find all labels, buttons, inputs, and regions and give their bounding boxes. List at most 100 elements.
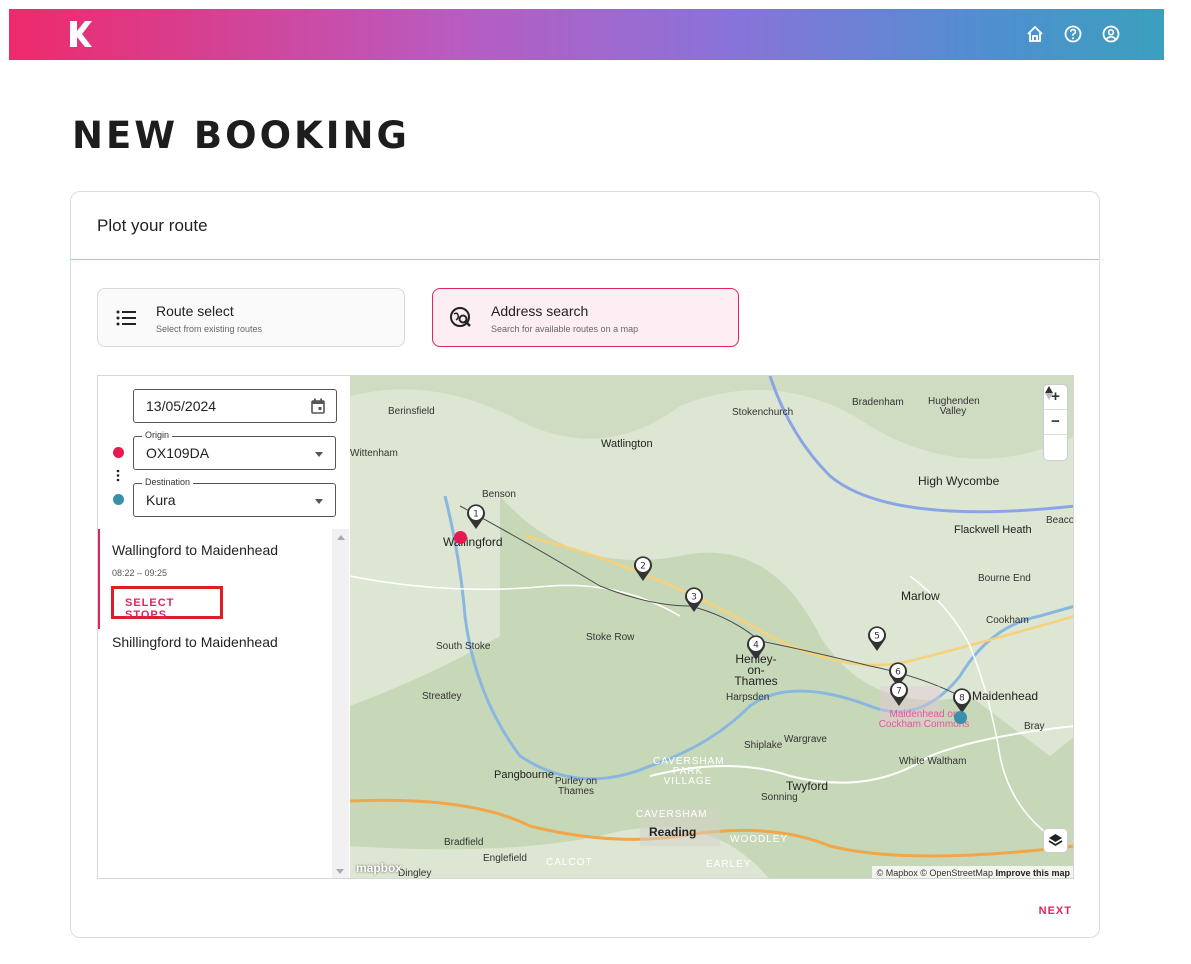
chevron-down-icon (315, 452, 323, 457)
map-attribution: © Mapbox © OpenStreetMap Improve this ma… (871, 866, 1073, 878)
map-label: Pangbourne (494, 769, 554, 781)
destination-label: Destination (142, 477, 194, 487)
route-name: Shillingford to Maidenhead (112, 634, 278, 650)
attribution-text[interactable]: © Mapbox © OpenStreetMap (877, 868, 993, 878)
date-field[interactable]: 13/05/2024 (133, 389, 337, 423)
page-title: NEW BOOKING (72, 114, 410, 157)
map-label: CAVERSHAM (636, 809, 708, 820)
map-label: Stoke Row (586, 632, 635, 643)
destination-select[interactable]: Destination Kura (133, 477, 336, 517)
map-stop-pin[interactable]: 4 (746, 635, 766, 661)
mapbox-logo[interactable]: mapbox (356, 861, 402, 875)
home-icon[interactable] (1025, 24, 1045, 44)
top-nav-bar (9, 9, 1164, 60)
select-stops-button[interactable]: SELECT STOPS (111, 586, 223, 621)
route-list-scrollbar[interactable] (332, 529, 349, 878)
map-label: Wallingford (443, 535, 503, 549)
destination-marker-dot (113, 494, 124, 505)
map-label: Reading (649, 825, 697, 839)
svg-text:8: 8 (959, 694, 965, 704)
map-label: Sonning (761, 792, 798, 803)
route-select-title: Route select (156, 303, 234, 319)
map-label: Bray (1024, 721, 1045, 732)
chevron-down-icon (315, 499, 323, 504)
address-search-button[interactable]: Address search Search for available rout… (432, 288, 739, 347)
svg-text:6: 6 (895, 668, 901, 678)
map-label: CALCOT (546, 857, 593, 868)
map-label: Dingley (398, 868, 432, 879)
map-label: Berinsfield (388, 406, 435, 417)
map-label: Harpsden (726, 692, 770, 703)
svg-text:2: 2 (640, 562, 646, 572)
map-stop-pin[interactable]: 5 (867, 626, 887, 652)
map-label: Englefield (483, 853, 527, 864)
map-label: Hughenden Valley (928, 396, 980, 417)
destination-value: Kura (146, 492, 176, 508)
map-label: Streatley (422, 691, 462, 702)
route-item-shillingford-maidenhead[interactable]: Shillingford to Maidenhead (98, 634, 332, 664)
svg-text:3: 3 (691, 593, 697, 603)
layers-icon (1048, 834, 1063, 847)
map-stop-pin[interactable]: 1 (466, 504, 486, 530)
help-icon[interactable] (1063, 24, 1083, 44)
route-workspace: 13/05/2024 Origin OX109DA Destination Ku… (97, 375, 1074, 879)
origin-marker-dot (113, 447, 124, 458)
svg-text:1: 1 (473, 510, 479, 520)
origin-value: OX109DA (146, 445, 210, 461)
card-title: Plot your route (71, 192, 1099, 260)
map-label: Benson (482, 489, 516, 500)
address-search-subtitle: Search for available routes on a map (491, 324, 639, 334)
map-stop-pin[interactable]: 7 (889, 681, 909, 707)
destination-map-marker[interactable] (954, 711, 967, 724)
more-vertical-icon[interactable] (116, 469, 120, 482)
map-label: Wittenham (350, 448, 398, 459)
route-sidebar: 13/05/2024 Origin OX109DA Destination Ku… (98, 376, 350, 878)
zoom-out-button[interactable]: − (1044, 410, 1067, 435)
map-label: Bradfield (444, 837, 484, 848)
date-value: 13/05/2024 (146, 398, 217, 414)
map-label: Twyford (786, 779, 829, 793)
map-layers-button[interactable] (1044, 829, 1067, 852)
compass-icon (1045, 386, 1053, 400)
account-icon[interactable] (1101, 24, 1121, 44)
route-time: 08:22 – 09:25 (112, 568, 168, 578)
origin-select[interactable]: Origin OX109DA (133, 430, 336, 470)
map-label: South Stoke (436, 641, 491, 652)
map-label: Bradenham (852, 397, 904, 408)
map-label: Stokenchurch (732, 407, 794, 418)
map-stop-pin[interactable]: 3 (684, 587, 704, 613)
map-zoom-controls: + − (1044, 385, 1067, 460)
map-label: Flackwell Heath (954, 524, 1032, 536)
map-label: Watlington (601, 438, 653, 450)
map-label: EARLEY (706, 859, 752, 870)
map-label: Shiplake (744, 740, 783, 751)
map-label: Purley on Thames (554, 776, 598, 797)
compass-button[interactable] (1044, 386, 1067, 460)
route-map[interactable]: Berinsfield Stokenchurch Bradenham Hughe… (350, 376, 1073, 879)
map-background (350, 376, 1073, 878)
map-label: Marlow (901, 589, 940, 603)
improve-map-link[interactable]: Improve this map (995, 868, 1070, 878)
map-label: Wargrave (784, 734, 827, 745)
route-select-button[interactable]: Route select Select from existing routes (97, 288, 405, 347)
route-item-wallingford-maidenhead[interactable]: Wallingford to Maidenhead 08:22 – 09:25 … (98, 529, 332, 629)
origin-map-marker[interactable] (454, 531, 467, 544)
map-stop-pin[interactable]: 8 (952, 688, 972, 714)
route-select-subtitle: Select from existing routes (156, 324, 263, 334)
route-name: Wallingford to Maidenhead (112, 542, 279, 558)
map-label: High Wycombe (918, 474, 1000, 488)
logo-k-icon[interactable] (66, 18, 92, 50)
map-label: Cookham (986, 615, 1029, 626)
route-results-list: Wallingford to Maidenhead 08:22 – 09:25 … (98, 529, 332, 878)
map-label: White Waltham (899, 756, 967, 767)
map-label: CAVERSHAM PARK VILLAGE (653, 756, 725, 787)
svg-text:4: 4 (753, 641, 759, 651)
address-search-title: Address search (491, 303, 589, 319)
next-button[interactable]: NEXT (1039, 905, 1072, 917)
map-stop-pin[interactable]: 2 (633, 556, 653, 582)
map-label: Bourne End (978, 573, 1031, 584)
origin-label: Origin (142, 430, 173, 440)
map-label: WOODLEY (730, 834, 789, 845)
calendar-icon[interactable] (311, 398, 325, 414)
svg-text:7: 7 (896, 687, 902, 697)
